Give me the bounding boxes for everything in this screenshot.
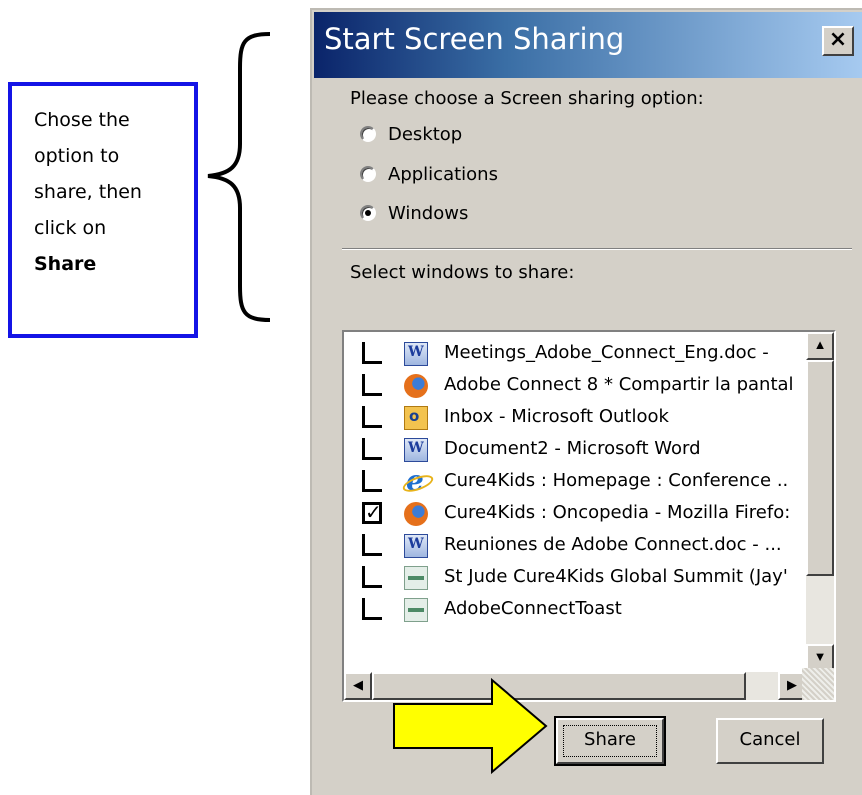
callout-line: share, then — [34, 181, 142, 203]
instruction-callout: Chose the option to share, then click on… — [8, 82, 198, 338]
radio-dot-icon — [365, 210, 371, 216]
checkbox[interactable] — [362, 374, 382, 396]
checkmark-icon: ✓ — [365, 500, 382, 524]
outlook-icon — [404, 406, 428, 430]
firefox-icon — [404, 502, 428, 526]
word-icon — [404, 534, 428, 558]
window-title: Inbox - Microsoft Outlook — [444, 406, 669, 427]
window-title: Cure4Kids : Oncopedia - Mozilla Firefo: — [444, 502, 791, 523]
list-item[interactable]: Inbox - Microsoft Outlook — [344, 402, 804, 434]
list-item[interactable]: Adobe Connect 8 * Compartir la pantal — [344, 370, 804, 402]
checkbox[interactable] — [362, 598, 382, 620]
list-item[interactable]: Cure4Kids : Homepage : Conference .. — [344, 464, 804, 498]
dialog-title: Start Screen Sharing — [324, 22, 625, 56]
checkbox[interactable] — [362, 438, 382, 460]
focus-rectangle — [563, 725, 657, 757]
option-label: Desktop — [388, 124, 463, 145]
scroll-left-icon[interactable]: ◀ — [344, 672, 372, 700]
list-item[interactable]: St Jude Cure4Kids Global Summit (Jay' — [344, 562, 804, 594]
dialog-titlebar[interactable]: Start Screen Sharing × — [314, 12, 862, 78]
window-title: Adobe Connect 8 * Compartir la pantal — [444, 374, 794, 395]
resize-grip-icon[interactable] — [802, 668, 834, 700]
window-title: Cure4Kids : Homepage : Conference .. — [444, 470, 789, 491]
share-button[interactable]: Share — [554, 716, 666, 766]
cancel-button-label: Cancel — [739, 729, 801, 750]
option-label: Applications — [388, 164, 498, 185]
radio-button[interactable] — [360, 166, 376, 182]
curly-brace-icon — [207, 32, 271, 322]
generic-window-icon — [404, 598, 428, 622]
vertical-scrollbar[interactable]: ▲ ▼ — [806, 332, 834, 672]
callout-line: option to — [34, 145, 120, 167]
callout-line: click on — [34, 217, 107, 239]
checkbox[interactable] — [362, 566, 382, 588]
list-item[interactable]: Reuniones de Adobe Connect.doc - ... — [344, 530, 804, 562]
radio-button[interactable] — [360, 205, 376, 221]
window-title: Reuniones de Adobe Connect.doc - ... — [444, 534, 782, 555]
divider — [342, 248, 852, 250]
window-title: AdobeConnectToast — [444, 598, 622, 619]
yellow-arrow-icon — [393, 677, 548, 775]
window-title: St Jude Cure4Kids Global Summit (Jay' — [444, 566, 788, 587]
callout-bold-word: Share — [34, 253, 97, 275]
checkbox[interactable]: ✓ — [362, 500, 382, 524]
radio-button[interactable] — [360, 126, 376, 142]
window-title: Meetings_Adobe_Connect_Eng.doc - — [444, 342, 769, 363]
select-windows-label: Select windows to share: — [350, 262, 575, 283]
close-button[interactable]: × — [822, 26, 854, 56]
list-item[interactable]: Document2 - Microsoft Word — [344, 434, 804, 466]
window-title: Document2 - Microsoft Word — [444, 438, 701, 459]
checkbox[interactable] — [362, 406, 382, 428]
checkbox[interactable] — [362, 470, 382, 492]
ie-icon — [404, 464, 428, 497]
windows-list[interactable]: Meetings_Adobe_Connect_Eng.doc - Adobe C… — [342, 330, 836, 702]
sharing-option-prompt: Please choose a Screen sharing option: — [350, 88, 704, 109]
cancel-button[interactable]: Cancel — [716, 718, 824, 764]
list-item[interactable]: ✓ Cure4Kids : Oncopedia - Mozilla Firefo… — [344, 498, 804, 530]
generic-window-icon — [404, 566, 428, 590]
scroll-up-icon[interactable]: ▲ — [806, 332, 834, 360]
word-icon — [404, 342, 428, 366]
firefox-icon — [404, 374, 428, 398]
word-icon — [404, 438, 428, 462]
vertical-scroll-thumb[interactable] — [806, 360, 834, 576]
checkbox[interactable] — [362, 534, 382, 556]
list-item[interactable]: Meetings_Adobe_Connect_Eng.doc - — [344, 338, 804, 370]
callout-line: Chose the — [34, 109, 130, 131]
option-label: Windows — [388, 203, 469, 224]
checkbox[interactable] — [362, 342, 382, 364]
list-item[interactable]: AdobeConnectToast — [344, 594, 804, 626]
